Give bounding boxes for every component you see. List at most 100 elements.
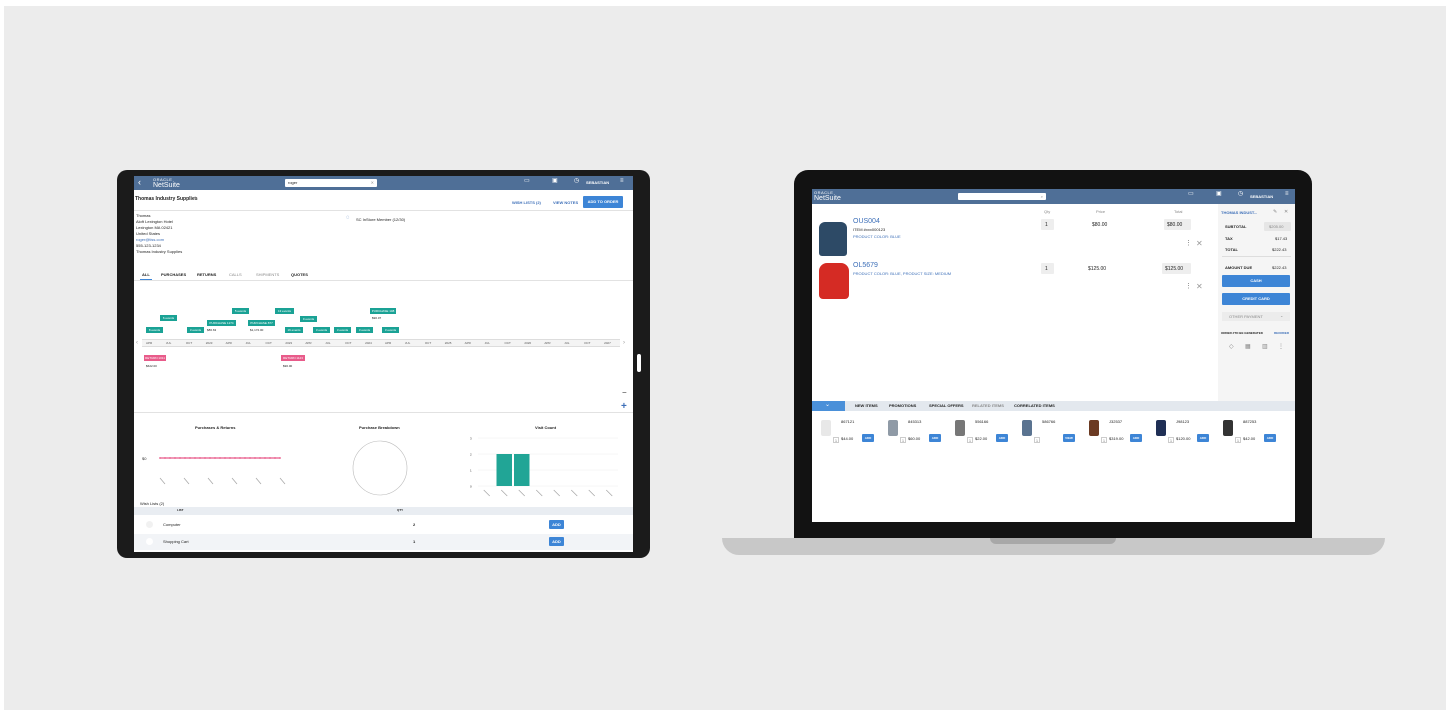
- timeline-chip[interactable]: PURCHASE 108: [370, 308, 396, 314]
- qty-field[interactable]: 1: [1041, 263, 1054, 274]
- more-icon[interactable]: ⋮: [1185, 240, 1192, 247]
- wish-lists-link[interactable]: WISH LISTS (2): [512, 200, 541, 205]
- quantity-stepper[interactable]: 1: [1034, 437, 1040, 443]
- tab-related-items[interactable]: RELATED ITEMS: [972, 403, 1004, 409]
- clear-icon[interactable]: ✕: [371, 180, 374, 185]
- more-icon[interactable]: ⋮: [1185, 283, 1192, 290]
- item-sku[interactable]: OL5679: [853, 262, 878, 270]
- search-input[interactable]: ⌕: [958, 193, 1046, 200]
- quantity-stepper[interactable]: 1: [833, 437, 839, 443]
- timeline-chip[interactable]: 3 events: [382, 327, 399, 333]
- collapse-button[interactable]: ⌄: [812, 401, 845, 411]
- timeline-chip[interactable]: 9 events: [300, 316, 317, 322]
- tab-returns[interactable]: RETURNS: [197, 272, 216, 277]
- total-field[interactable]: $80.00: [1164, 219, 1191, 230]
- user-name[interactable]: SEBASTIAN: [1250, 194, 1273, 199]
- add-button[interactable]: ADD: [996, 434, 1008, 442]
- calendar-icon[interactable]: ▣: [552, 178, 558, 184]
- tab-new-items[interactable]: NEW ITEMS: [855, 403, 878, 409]
- tab-shipments[interactable]: SHIPMENTS: [256, 272, 279, 277]
- reorder-link[interactable]: REORDER: [1274, 330, 1289, 336]
- cart-icon[interactable]: ▭: [1188, 191, 1194, 197]
- menu-icon[interactable]: ≡: [1285, 191, 1289, 197]
- clock-icon[interactable]: ◷: [574, 178, 579, 184]
- quantity-stepper[interactable]: 1: [900, 437, 906, 443]
- zoom-in-button[interactable]: +: [621, 402, 627, 412]
- close-icon[interactable]: ✕: [1284, 209, 1288, 215]
- product-card[interactable]: 556166 1 $22.00 ADD: [953, 417, 1015, 449]
- timeline-chip[interactable]: 3 events: [313, 327, 330, 333]
- view-notes-link[interactable]: VIEW NOTES: [553, 200, 578, 205]
- timeline-chip[interactable]: 3 events: [334, 327, 351, 333]
- tag-icon[interactable]: ◇: [1229, 344, 1234, 350]
- cart-icon[interactable]: ▭: [524, 178, 530, 184]
- timeline-chip[interactable]: 16 events: [285, 327, 303, 333]
- return-chip[interactable]: RETURN 1123: [281, 355, 305, 361]
- table-row[interactable]: Shopping Cart 1 ADD: [134, 534, 633, 550]
- tab-all[interactable]: ALL: [142, 272, 150, 277]
- search-input[interactable]: roger ✕: [285, 179, 377, 187]
- email-link[interactable]: roger@tiss.com: [136, 237, 164, 242]
- edit-icon[interactable]: ✎: [1273, 209, 1277, 215]
- table-row[interactable]: Computer 2 ADD: [134, 517, 633, 533]
- product-card[interactable]: 867121 1 $44.00 ADD: [819, 417, 881, 449]
- add-button[interactable]: ADD: [1130, 434, 1142, 442]
- chevron-left-icon[interactable]: ‹: [136, 340, 138, 346]
- chevron-right-icon[interactable]: ›: [623, 340, 625, 346]
- timeline-chip[interactable]: 3 events: [356, 327, 373, 333]
- tablet-home-button[interactable]: [637, 354, 641, 372]
- user-name[interactable]: SEBASTIAN: [586, 180, 609, 185]
- close-icon[interactable]: ✕: [1196, 283, 1203, 291]
- quantity-stepper[interactable]: 1: [1101, 437, 1107, 443]
- product-card[interactable]: J98123 1 $120.00 ADD: [1154, 417, 1216, 449]
- product-card[interactable]: 845313 1 $60.00 ADD: [886, 417, 948, 449]
- tab-special-offers[interactable]: SPECIAL OFFERS: [929, 403, 964, 409]
- add-button[interactable]: ADD: [549, 537, 564, 546]
- timeline-chip[interactable]: 5 events: [232, 308, 249, 314]
- return-chip[interactable]: RETURN 1011: [144, 355, 166, 361]
- qty-field[interactable]: 1: [1041, 219, 1054, 230]
- calendar-icon[interactable]: ▣: [1216, 191, 1222, 197]
- zoom-out-button[interactable]: −: [622, 389, 627, 397]
- trash-icon[interactable]: ▥: [1262, 344, 1268, 350]
- add-button[interactable]: ADD: [549, 520, 564, 529]
- timeline-chip[interactable]: 13 events: [275, 308, 294, 314]
- add-button[interactable]: ADD: [929, 434, 941, 442]
- credit-card-button[interactable]: CREDIT CARD: [1222, 293, 1290, 305]
- back-icon[interactable]: ‹: [138, 178, 141, 187]
- timeline-chip[interactable]: 8 events: [146, 327, 163, 333]
- add-button[interactable]: ADD: [862, 434, 874, 442]
- timeline-chip[interactable]: 6 events: [160, 315, 177, 321]
- search-icon[interactable]: ⌕: [1041, 194, 1043, 199]
- add-button[interactable]: ADD: [1197, 434, 1209, 442]
- tab-promotions[interactable]: PROMOTIONS: [889, 403, 916, 409]
- product-card[interactable]: 887253 1 $42.00 ADD: [1221, 417, 1283, 449]
- quantity-stepper[interactable]: 1: [967, 437, 973, 443]
- add-button[interactable]: VIEW: [1063, 434, 1075, 442]
- grid-icon[interactable]: ▦: [1245, 344, 1251, 350]
- expand-icon[interactable]: [146, 521, 153, 528]
- edit-icon[interactable]: ✎: [194, 197, 198, 202]
- quantity-stepper[interactable]: 1: [1168, 437, 1174, 443]
- other-payment-select[interactable]: OTHER PAYMENT ⌄: [1222, 312, 1290, 321]
- cash-button[interactable]: CASH: [1222, 275, 1290, 287]
- more-icon[interactable]: ⋮: [1278, 344, 1284, 350]
- clock-icon[interactable]: ◷: [1238, 191, 1243, 197]
- quantity-stepper[interactable]: 1: [1235, 437, 1241, 443]
- timeline-chip[interactable]: PURCHASE 877: [248, 320, 275, 326]
- tab-purchases[interactable]: PURCHASES: [161, 272, 186, 277]
- close-icon[interactable]: ✕: [1196, 240, 1203, 248]
- expand-icon[interactable]: [146, 538, 153, 545]
- item-sku[interactable]: OUS004: [853, 218, 880, 226]
- tab-calls[interactable]: CALLS: [229, 272, 242, 277]
- tab-quotes[interactable]: QUOTES: [291, 272, 308, 277]
- add-to-order-button[interactable]: ADD TO ORDER: [583, 196, 623, 208]
- timeline-chip[interactable]: 3 events: [187, 327, 204, 333]
- product-card[interactable]: J32537 1 $319.00 ADD: [1087, 417, 1149, 449]
- tab-correlated-items[interactable]: CORRELATED ITEMS: [1014, 403, 1055, 409]
- add-button[interactable]: ADD: [1264, 434, 1276, 442]
- menu-icon[interactable]: ≡: [620, 178, 624, 184]
- timeline-chip[interactable]: PURCHASE 1274: [207, 320, 236, 326]
- total-field[interactable]: $125.00: [1162, 263, 1191, 274]
- customer-name[interactable]: THOMAS INDUST...: [1221, 210, 1257, 216]
